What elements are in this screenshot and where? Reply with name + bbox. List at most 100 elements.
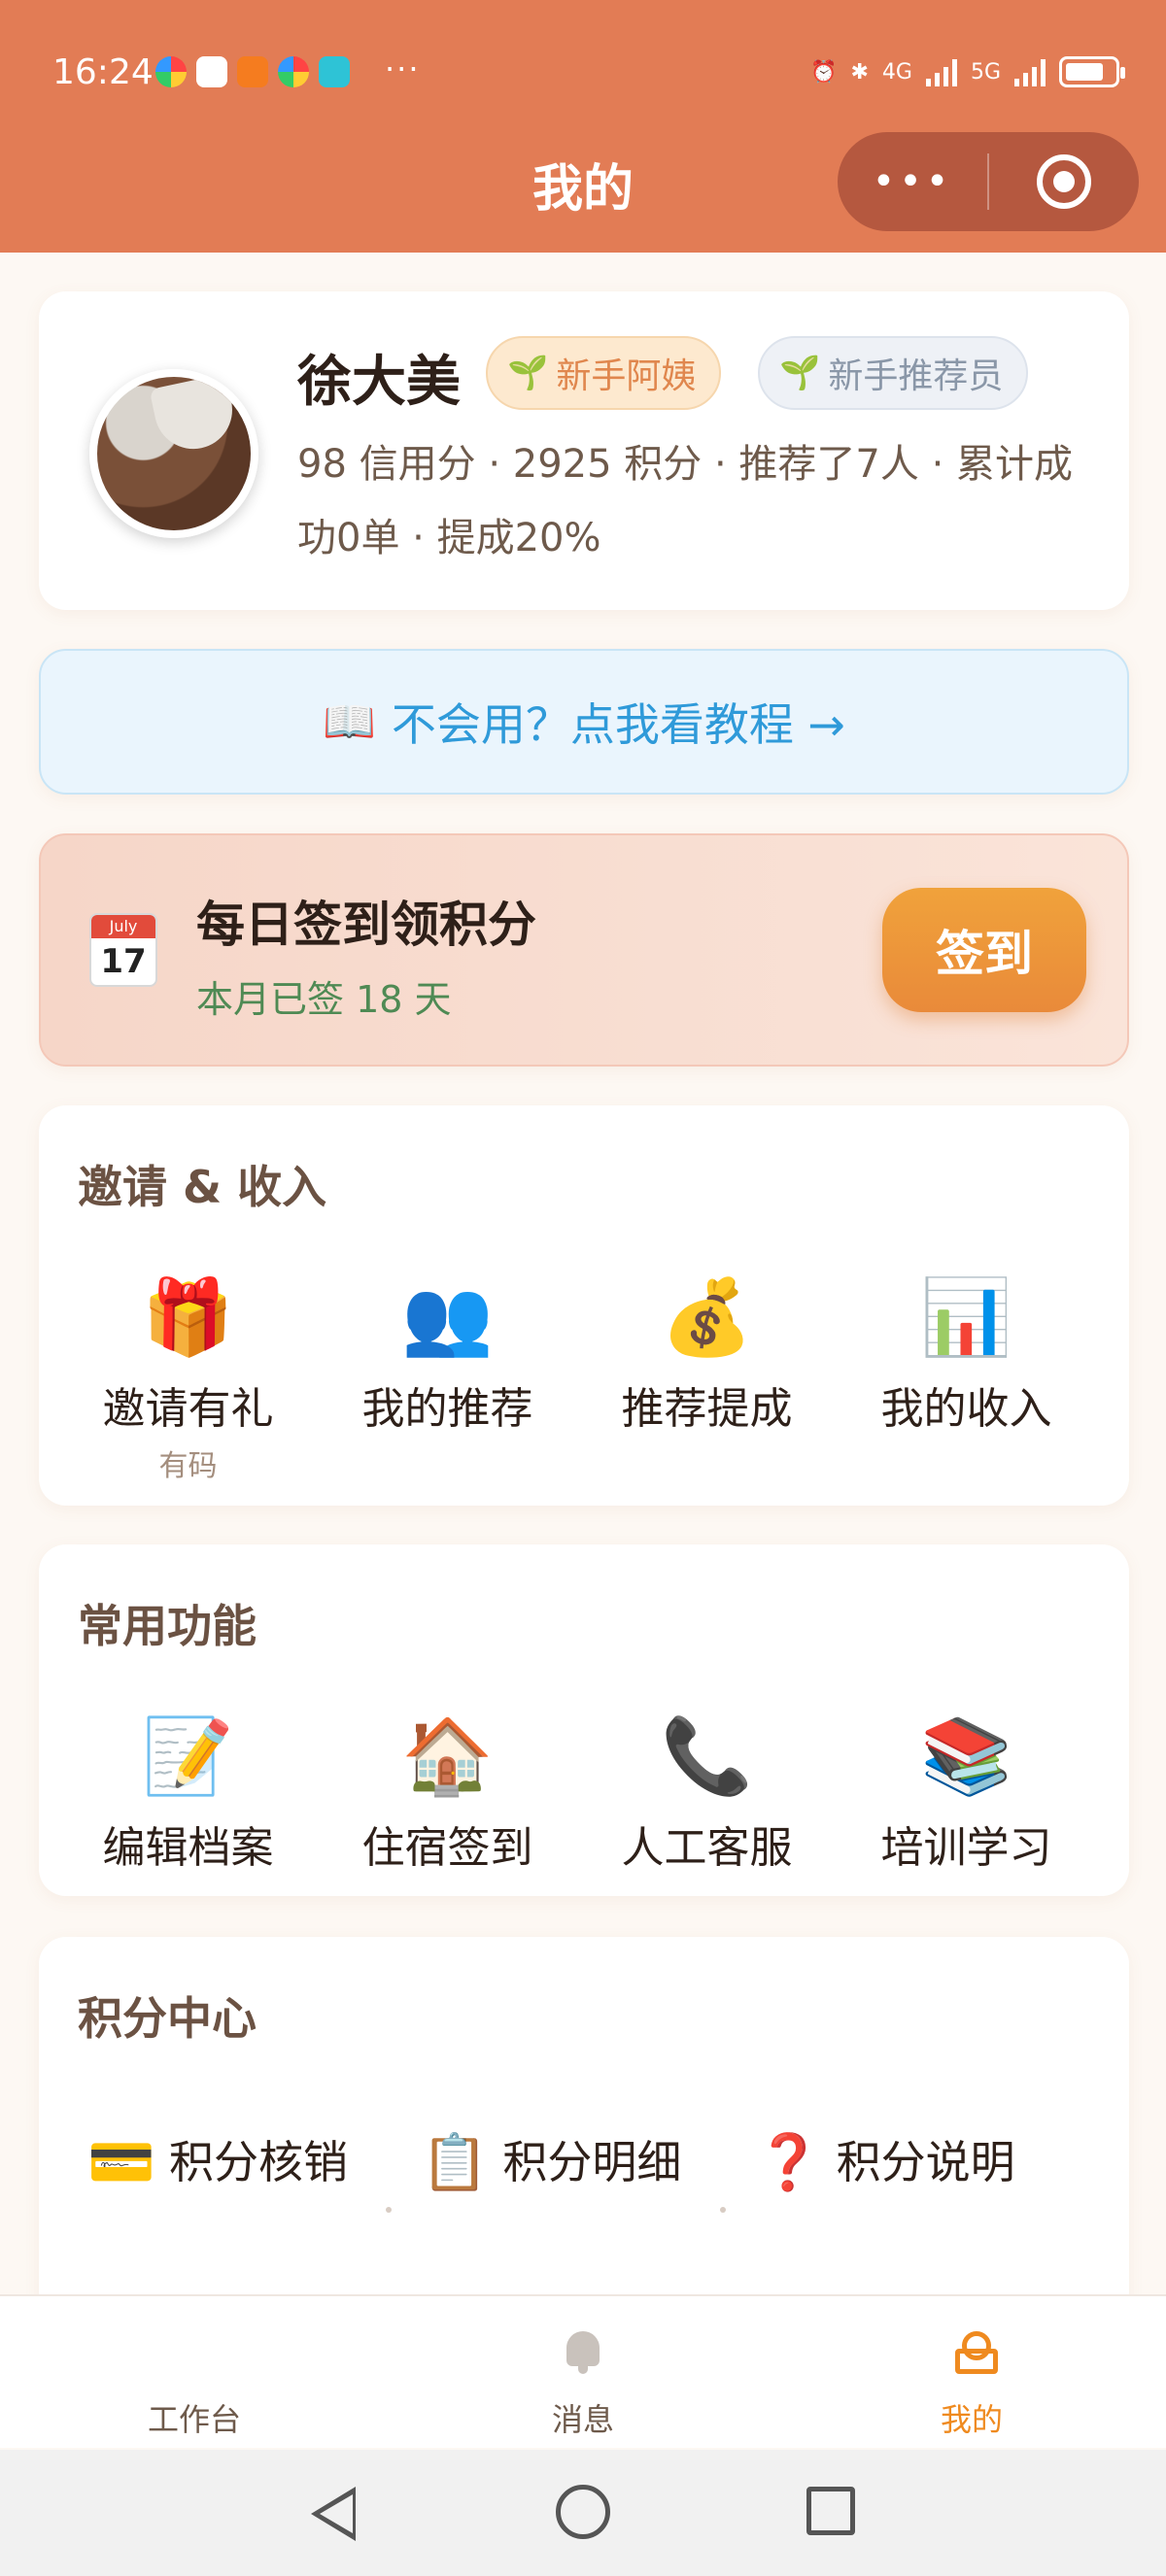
badge-label: 新手推荐员 — [828, 356, 1004, 396]
badge-label: 新手阿姨 — [556, 356, 697, 396]
tutorial-banner[interactable]: 📖 不会用？点我看教程 → — [39, 649, 1129, 795]
bus-app-icon — [237, 56, 268, 87]
tab-workbench[interactable]: 工作台 — [0, 2296, 389, 2448]
sprout-icon: 🌱 — [507, 354, 549, 392]
item-sublabel: 有码 — [158, 1449, 218, 1483]
my-referrals-item[interactable]: 👥 我的推荐 — [318, 1271, 577, 1484]
common-functions-section: 常用功能 📝 编辑档案 🏠 住宿签到 📞 人工客服 📚 培训学习 — [39, 1544, 1129, 1896]
tab-label: 消息 — [551, 2401, 614, 2438]
signal-icon — [1014, 57, 1046, 86]
daily-checkin-card: July 17 每日签到领积分 本月已签 18 天 签到 — [39, 833, 1129, 1067]
books-icon: 📚 — [920, 1712, 1012, 1799]
item-label: 住宿签到 — [361, 1823, 533, 1873]
tab-label: 我的 — [940, 2401, 1003, 2438]
person-icon — [955, 2331, 998, 2374]
music-app-icon — [196, 56, 227, 87]
clipboard-icon: 📋 — [421, 2131, 490, 2194]
referral-commission-item[interactable]: 💰 推荐提成 — [577, 1271, 837, 1484]
house-icon: 🏠 — [401, 1712, 494, 1799]
app-icon — [155, 56, 187, 87]
target-icon — [1037, 154, 1091, 209]
calendar-icon: July 17 — [89, 913, 157, 987]
badge-new-referrer: 🌱 新手推荐员 — [758, 336, 1029, 410]
workbench-icon — [0, 2331, 389, 2380]
bar-chart-icon: 📊 — [920, 1273, 1012, 1360]
home-icon[interactable] — [556, 2485, 610, 2539]
more-notifications: ··· — [385, 51, 421, 87]
item-label: 我的收入 — [880, 1384, 1052, 1434]
credit-card-icon: 💳 — [87, 2131, 155, 2194]
user-stats: 98 信用分 · 2925 积分 · 推荐了7人 · 累计成功0单 · 提成20… — [297, 442, 1074, 560]
invite-income-section: 邀请 & 收入 🎁 邀请有礼 有码 👥 我的推荐 💰 推荐提成 📊 我的收入 — [39, 1105, 1129, 1506]
close-mini-program-button[interactable] — [989, 154, 1139, 209]
training-item[interactable]: 📚 培训学习 — [837, 1710, 1096, 1875]
status-bar: 16:24 ··· ⏰ ✱ 4G 5G — [0, 0, 1166, 146]
invite-gift-item[interactable]: 🎁 邀请有礼 有码 — [58, 1271, 318, 1484]
bell-icon — [566, 2331, 600, 2374]
section-title: 邀请 & 收入 — [78, 1161, 327, 1213]
functions-grid: 📝 编辑档案 🏠 住宿签到 📞 人工客服 📚 培训学习 — [39, 1710, 1129, 1875]
phone-icon: 📞 — [661, 1712, 753, 1799]
tab-mine[interactable]: 我的 — [777, 2296, 1166, 2448]
separator-dot — [386, 2207, 393, 2213]
money-bag-icon: 💰 — [661, 1273, 753, 1360]
more-menu-button[interactable]: ••• — [838, 159, 987, 204]
memo-icon: 📝 — [142, 1712, 234, 1799]
badge-new-auntie: 🌱 新手阿姨 — [486, 336, 722, 410]
item-label: 编辑档案 — [102, 1823, 274, 1873]
alarm-icon: ⏰ — [810, 59, 838, 85]
item-label: 积分核销 — [169, 2136, 348, 2188]
top-header: 16:24 ··· ⏰ ✱ 4G 5G 我的 ••• — [0, 0, 1166, 253]
points-redeem-item[interactable]: 💳 积分核销 — [87, 2112, 421, 2213]
item-label: 积分明细 — [502, 2136, 682, 2188]
system-nav-bar — [0, 2450, 1166, 2576]
item-label: 推荐提成 — [621, 1384, 793, 1434]
signal-icon — [925, 57, 957, 86]
item-label: 我的推荐 — [361, 1384, 533, 1434]
bluetooth-icon: ✱ — [850, 59, 869, 85]
bottom-tab-bar: 工作台 消息 我的 — [0, 2294, 1166, 2448]
network-5g-label: 5G — [970, 59, 1001, 85]
points-row: 💳 积分核销 📋 积分明细 ❓ 积分说明 — [87, 2112, 1088, 2213]
customer-service-item[interactable]: 📞 人工客服 — [577, 1710, 837, 1875]
item-label: 培训学习 — [880, 1823, 1052, 1873]
mini-program-capsule: ••• — [838, 132, 1139, 231]
item-label: 人工客服 — [621, 1823, 793, 1873]
tab-messages[interactable]: 消息 — [389, 2296, 777, 2448]
notification-icons — [155, 56, 350, 87]
checkin-count: 本月已签 18 天 — [196, 978, 452, 1021]
open-book-icon: 📖 — [323, 697, 376, 747]
avatar[interactable] — [89, 369, 258, 538]
section-title: 常用功能 — [78, 1600, 257, 1652]
back-icon[interactable] — [311, 2487, 356, 2541]
user-name: 徐大美 — [297, 351, 461, 414]
tab-label: 工作台 — [147, 2401, 241, 2438]
points-detail-item[interactable]: 📋 积分明细 — [421, 2112, 754, 2213]
status-time: 16:24 — [52, 52, 154, 92]
bell-icon-wrap — [389, 2331, 777, 2380]
network-4g-label: 4G — [881, 59, 912, 85]
person-icon-wrap — [777, 2331, 1166, 2380]
tutorial-link[interactable]: 不会用？点我看教程 → — [392, 690, 845, 754]
points-rules-item[interactable]: ❓ 积分说明 — [755, 2112, 1088, 2213]
profile-card[interactable]: 徐大美 🌱 新手阿姨 🌱 新手推荐员 98 信用分 · 2925 积分 · 推荐… — [39, 291, 1129, 610]
my-income-item[interactable]: 📊 我的收入 — [837, 1271, 1096, 1484]
sprout-icon: 🌱 — [779, 354, 821, 392]
question-icon: ❓ — [754, 2131, 823, 2194]
edit-profile-item[interactable]: 📝 编辑档案 — [58, 1710, 318, 1875]
section-title: 积分中心 — [78, 1992, 257, 2045]
battery-icon — [1059, 56, 1125, 87]
checkin-title: 每日签到领积分 — [196, 897, 536, 953]
points-center-section: 积分中心 💳 积分核销 📋 积分明细 ❓ 积分说明 — [39, 1937, 1129, 2345]
people-icon: 👥 — [401, 1273, 494, 1360]
item-label: 积分说明 — [836, 2136, 1015, 2188]
reader-app-icon — [319, 56, 350, 87]
separator-dot — [719, 2207, 726, 2213]
lodging-checkin-item[interactable]: 🏠 住宿签到 — [318, 1710, 577, 1875]
checkin-button[interactable]: 签到 — [882, 888, 1086, 1012]
calendar-day: 17 — [100, 942, 147, 981]
recent-apps-icon[interactable] — [806, 2487, 855, 2535]
invite-grid: 🎁 邀请有礼 有码 👥 我的推荐 💰 推荐提成 📊 我的收入 — [39, 1271, 1129, 1484]
status-right: ⏰ ✱ 4G 5G — [810, 56, 1125, 87]
item-label: 邀请有礼 — [102, 1384, 274, 1434]
